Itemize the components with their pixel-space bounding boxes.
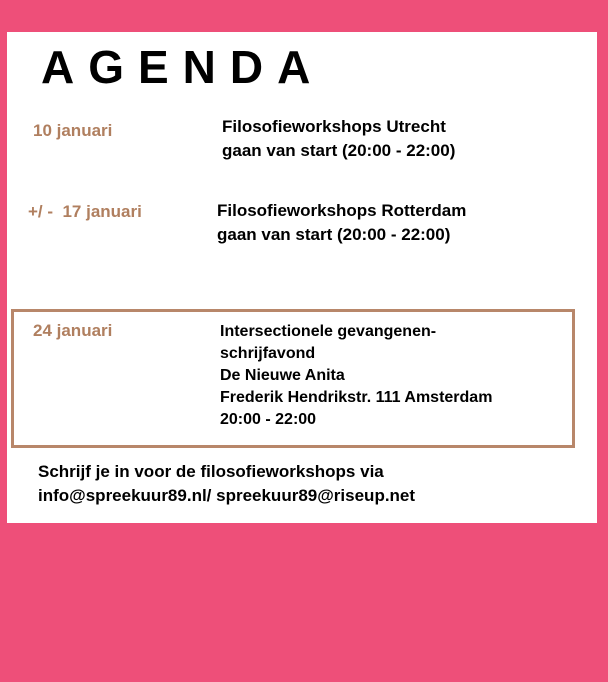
- event-description-3: Intersectionele gevangenen- schrijfavond…: [220, 321, 492, 431]
- page-title: AGENDA: [41, 41, 325, 93]
- event-1-line-2: gaan van start (20:00 - 22:00): [222, 141, 456, 160]
- event-date-2: +/ - 17 januari: [28, 202, 142, 221]
- event-date-1: 10 januari: [33, 121, 113, 140]
- event-date-3: 24 januari: [33, 321, 113, 340]
- signup-line-1: Schrijf je in voor de filosofieworkshops…: [38, 462, 384, 481]
- event-3-line-1: Intersectionele gevangenen-: [220, 323, 437, 340]
- event-2-line-2: gaan van start (20:00 - 22:00): [217, 225, 451, 244]
- signup-emails[interactable]: info@spreekuur89.nl/ spreekuur89@riseup.…: [38, 484, 415, 508]
- event-description-2: Filosofieworkshops Rotterdam gaan van st…: [217, 199, 466, 247]
- event-3-line-2: schrijfavond: [220, 345, 316, 362]
- event-3-line-5: 20:00 - 22:00: [220, 411, 317, 428]
- event-3-line-3: De Nieuwe Anita: [220, 367, 345, 384]
- agenda-card: [7, 32, 597, 523]
- event-description-1: Filosofieworkshops Utrecht gaan van star…: [222, 115, 455, 163]
- event-2-line-1: Filosofieworkshops Rotterdam: [217, 201, 467, 220]
- signup-text: Schrijf je in voor de filosofieworkshops…: [38, 460, 415, 508]
- event-3-line-4: Frederik Hendrikstr. 111 Amsterdam: [220, 389, 493, 406]
- event-1-line-1: Filosofieworkshops Utrecht: [222, 117, 446, 136]
